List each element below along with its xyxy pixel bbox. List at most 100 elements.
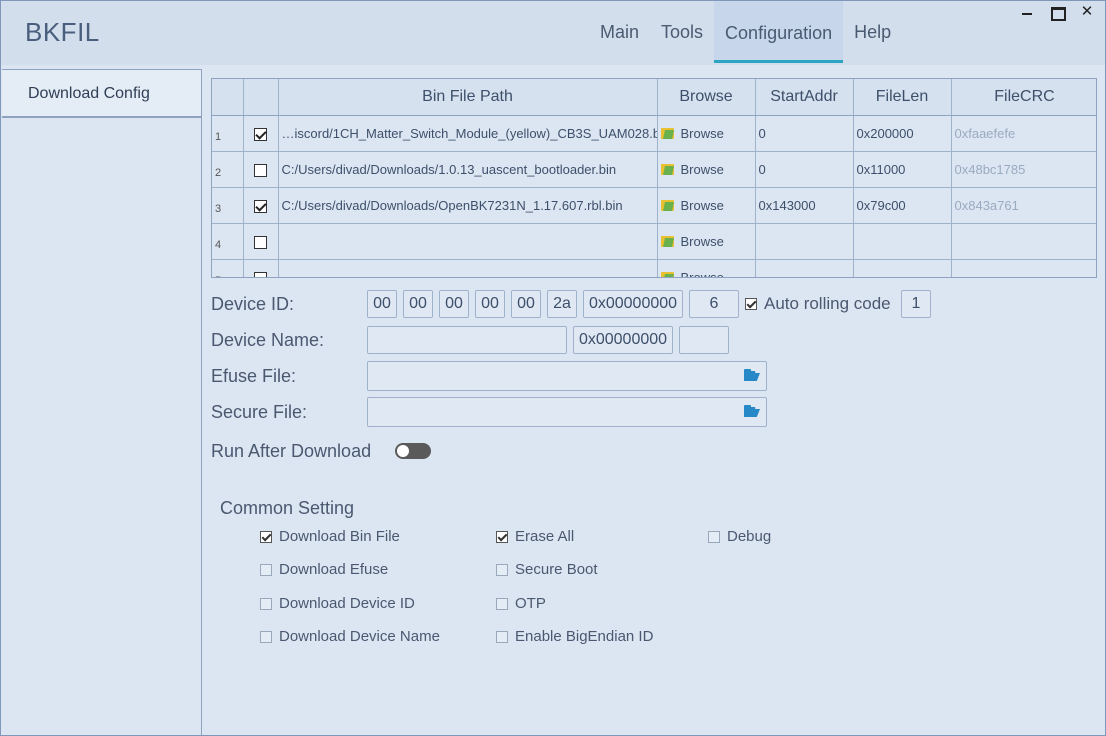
option-label: Erase All [515,528,575,545]
device-id-hex-input[interactable]: 0x00000000 [583,290,683,318]
option-otp[interactable]: OTP [496,595,546,612]
browse-label: Browse [680,233,724,249]
device-id-byte-input[interactable]: 00 [511,290,541,318]
file-crc-cell: 0x48bc1785 [951,151,1096,188]
folder-icon [660,199,675,211]
row-checkbox[interactable] [254,163,267,177]
browse-cell[interactable]: Browse [657,223,756,260]
header-file-len[interactable]: FileLen [853,79,952,116]
header-bin-file-path[interactable]: Bin File Path [278,79,658,116]
device-id-byte-input[interactable]: 00 [475,290,505,318]
minimize-icon[interactable] [1019,4,1035,20]
secure-boot-checkbox[interactable] [496,563,508,576]
app-window: BKFIL Main Tools Configuration Help ✕ Do… [0,0,1106,736]
browse-label: Browse [680,197,724,213]
start-addr-cell[interactable] [755,223,854,260]
device-id-byte-input[interactable]: 00 [439,290,469,318]
otp-checkbox[interactable] [496,597,508,610]
debug-checkbox[interactable] [708,530,720,543]
start-addr-cell[interactable]: 0 [755,151,854,188]
start-addr-cell[interactable]: 0 [755,115,854,152]
download-device-name-checkbox[interactable] [260,630,272,643]
browse-cell[interactable]: Browse [657,115,756,152]
device-name-input[interactable] [367,326,567,354]
erase-all-checkbox[interactable] [496,530,508,543]
option-secure-boot[interactable]: Secure Boot [496,561,598,578]
option-label: Secure Boot [515,561,598,578]
download-bin-file-checkbox[interactable] [260,530,272,543]
file-crc-cell: 0xfaaefefe [951,115,1096,152]
file-len-cell [853,223,952,260]
device-id-byte-input[interactable]: 00 [367,290,397,318]
bin-path-cell[interactable]: …iscord/1CH_Matter_Switch_Module_(yellow… [278,115,658,152]
header-row-number [212,79,244,116]
browse-cell[interactable]: Browse [657,259,756,277]
start-addr-cell[interactable] [755,259,854,277]
browse-cell[interactable]: Browse [657,187,756,224]
row-checkbox[interactable] [254,235,267,249]
bin-path-cell[interactable] [278,259,658,277]
option-label: Download Device ID [279,595,415,612]
auto-rolling-code-checkbox[interactable] [745,298,757,310]
download-device-id-checkbox[interactable] [260,597,272,610]
auto-rolling-code-input[interactable]: 1 [901,290,931,318]
app-title: BKFIL [25,17,100,47]
option-download-bin-file[interactable]: Download Bin File [260,528,400,545]
enable-bigendian-id-checkbox[interactable] [496,630,508,643]
folder-open-icon[interactable] [744,369,760,381]
device-id-label: Device ID: [211,294,295,314]
file-len-cell: 0x200000 [853,115,952,152]
option-debug[interactable]: Debug [708,528,771,545]
folder-open-icon[interactable] [744,405,760,417]
main-menu: Main Tools Configuration Help [589,1,902,65]
toggle-knob [397,445,409,457]
menu-tools[interactable]: Tools [650,1,714,63]
device-id-byte-input[interactable]: 00 [403,290,433,318]
sidebar-item-download-config[interactable]: Download Config [2,70,201,118]
auto-rolling-code-option[interactable]: Auto rolling code [745,294,891,314]
device-id-count-input[interactable]: 6 [689,290,739,318]
menu-main[interactable]: Main [589,1,650,63]
header-browse[interactable]: Browse [657,79,756,116]
table-row: 4 Browse [212,223,1096,260]
option-download-device-id[interactable]: Download Device ID [260,595,415,612]
row-number: 2 [212,151,244,188]
option-enable-bigendian-id[interactable]: Enable BigEndian ID [496,628,653,645]
header-start-addr[interactable]: StartAddr [755,79,854,116]
option-erase-all[interactable]: Erase All [496,528,574,545]
file-len-cell: 0x79c00 [853,187,952,224]
secure-file-label: Secure File: [211,402,308,422]
row-checkbox[interactable] [254,199,267,213]
close-icon[interactable]: ✕ [1079,4,1095,20]
download-efuse-checkbox[interactable] [260,563,272,576]
option-download-efuse[interactable]: Download Efuse [260,561,388,578]
device-name-hex-input[interactable]: 0x00000000 [573,326,673,354]
run-after-download-toggle[interactable] [395,443,431,459]
row-number: 4 [212,223,244,260]
device-name-extra-input[interactable] [679,326,729,354]
header-file-crc[interactable]: FileCRC [951,79,1096,116]
bin-path-cell[interactable] [278,223,658,260]
option-download-device-name[interactable]: Download Device Name [260,628,440,645]
bin-path-cell[interactable]: C:/Users/divad/Downloads/1.0.13_uascent_… [278,151,658,188]
folder-icon [660,235,675,247]
bin-file-table[interactable]: Bin File Path Browse StartAddr FileLen F… [211,78,1097,278]
row-checkbox[interactable] [254,271,267,277]
row-number: 3 [212,187,244,224]
folder-icon [660,163,675,175]
folder-icon [660,271,675,277]
start-addr-cell[interactable]: 0x143000 [755,187,854,224]
device-id-byte-input[interactable]: 2a [547,290,577,318]
browse-cell[interactable]: Browse [657,151,756,188]
menu-help[interactable]: Help [843,1,902,63]
secure-file-input[interactable] [367,397,767,427]
efuse-file-input[interactable] [367,361,767,391]
row-number: 5 [212,259,244,277]
maximize-icon[interactable] [1049,4,1066,21]
menu-configuration[interactable]: Configuration [714,1,844,63]
bin-path-cell[interactable]: C:/Users/divad/Downloads/OpenBK7231N_1.1… [278,187,658,224]
row-checkbox[interactable] [254,127,267,141]
row-number: 1 [212,115,244,152]
option-label: OTP [515,595,546,612]
option-label: Download Device Name [279,628,440,645]
